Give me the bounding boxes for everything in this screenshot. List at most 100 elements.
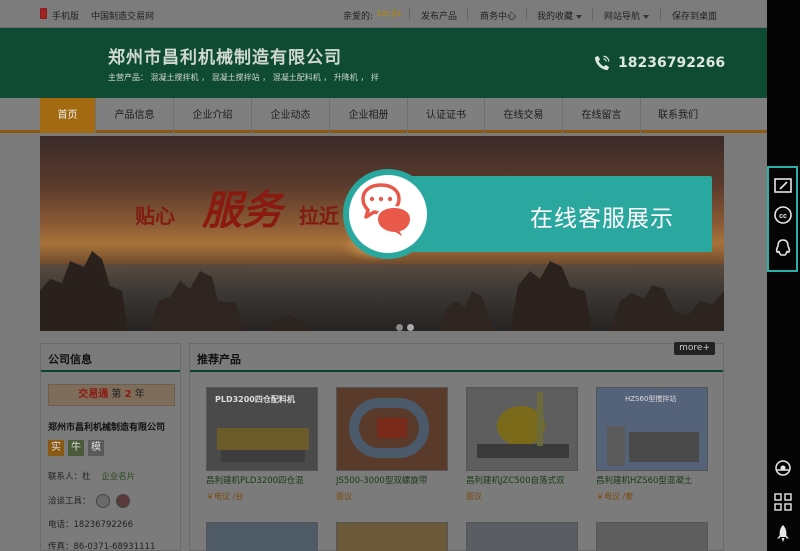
product-card[interactable]: 昌利建机JZC500自落式双 面议	[466, 387, 578, 502]
cc-icon[interactable]: cc	[773, 205, 793, 225]
nav-tab-message[interactable]: 在线留言	[563, 98, 641, 133]
svg-text:cc: cc	[779, 213, 787, 220]
nav-tab-trade[interactable]: 在线交易	[485, 98, 563, 133]
product-name[interactable]: 昌利建机HZS60型混凝土	[596, 474, 708, 486]
product-price: ￥电议 /台	[206, 492, 244, 501]
phone-icon	[594, 55, 610, 71]
favorites-label: 我的收藏	[537, 12, 574, 22]
nav-tab-news[interactable]: 企业动态	[252, 98, 330, 133]
nav-tab-products[interactable]: 产品信息	[96, 98, 174, 133]
recommended-products-panel: 推荐产品 more+ PLD3200四仓配料机 昌利建机PLD3200四仓混 ￥…	[189, 342, 724, 551]
floating-sidebar: cc	[767, 0, 800, 551]
divider	[409, 8, 410, 20]
qq-chat-icon[interactable]	[96, 494, 111, 508]
verified-badge: 实	[48, 440, 64, 456]
company-info-title: 公司信息	[41, 344, 180, 372]
website-page: 手机版 中国制造交易网 亲爱的: zzcjlx 发布产品 商务中心 我的收藏 网…	[0, 0, 767, 551]
main-products-text: 主营产品： 混凝土搅拌机 ， 混凝土搅拌站 ， 混凝土配料机 ， 升降机 ， 拌	[108, 73, 379, 82]
divider	[660, 8, 661, 20]
product-name[interactable]: JS500-3000型双螺旋带	[336, 474, 448, 486]
membership-prefix: 第	[111, 389, 122, 400]
membership-badge: 交易通 第 2 年	[48, 384, 175, 406]
contact-person: 联系人：杜	[48, 472, 91, 482]
fax-line: 传真：86-0371-68931111	[48, 542, 156, 551]
business-center-link[interactable]: 商务中心	[480, 9, 516, 22]
edit-icon[interactable]	[773, 176, 793, 196]
nav-tab-about[interactable]: 企业介绍	[174, 98, 252, 133]
mobile-phone-icon	[40, 8, 47, 19]
service-icon-inner	[349, 175, 427, 253]
company-name: 郑州市昌利机械制造有限公司	[108, 48, 342, 68]
rocket-icon[interactable]	[773, 524, 793, 544]
chat-tools-row: 洽谈工具：	[48, 494, 130, 508]
product-price: 面议	[466, 492, 482, 501]
machine-shape	[217, 428, 309, 450]
product-card[interactable]: HZS60型搅拌站 昌利建机HZS60型混凝土 ￥电议 /套	[596, 387, 708, 502]
mixer-chassis	[477, 444, 569, 458]
product-image[interactable]	[466, 387, 578, 471]
favorites-menu[interactable]: 我的收藏	[537, 9, 583, 22]
product-image[interactable]	[336, 522, 448, 551]
station-shape	[629, 432, 699, 462]
chat-bubbles-icon	[361, 183, 413, 242]
service-icon-circle[interactable]	[343, 169, 433, 259]
carousel-dots	[396, 316, 418, 331]
contact-row: 联系人：杜 企业名片	[48, 470, 135, 482]
divider	[592, 8, 593, 20]
publish-product-link[interactable]: 发布产品	[421, 9, 457, 22]
banner-slogan-left: 贴心	[135, 204, 175, 228]
user-link[interactable]: zzcjlx	[377, 9, 402, 19]
carousel-dot[interactable]	[396, 324, 403, 331]
mixer-mast	[537, 392, 543, 446]
nav-tab-home[interactable]: 首页	[40, 98, 96, 133]
company-info-panel: 公司信息 交易通 第 2 年 郑州市昌利机械制造有限公司 实 牛 模 联系人：杜…	[40, 343, 181, 551]
service-icon[interactable]	[773, 458, 793, 478]
product-image-label: PLD3200四仓配料机	[215, 395, 295, 404]
carousel-dot[interactable]	[407, 324, 414, 331]
trade-chat-icon[interactable]	[115, 494, 130, 508]
banner-slogan-mid: 服务	[202, 187, 282, 234]
company-header: 郑州市昌利机械制造有限公司 主营产品： 混凝土搅拌机 ， 混凝土搅拌站 ， 混凝…	[0, 28, 767, 98]
product-name[interactable]: 昌利建机JZC500自落式双	[466, 474, 578, 486]
phone-line: 电话：18236792266	[48, 520, 133, 530]
business-card-link[interactable]: 企业名片	[101, 472, 135, 482]
company-phone: 18236792266	[618, 55, 726, 71]
mixer-center	[377, 418, 407, 438]
chevron-down-icon	[643, 14, 650, 19]
qq-icon[interactable]	[773, 238, 793, 258]
membership-suffix: 年	[134, 389, 145, 400]
product-image[interactable]: HZS60型搅拌站	[596, 387, 708, 471]
apps-icon[interactable]	[773, 492, 793, 512]
online-service-popup[interactable]: 在线客服展示	[343, 169, 713, 262]
divider	[467, 8, 468, 20]
save-to-desktop-link[interactable]: 保存到桌面	[672, 9, 717, 22]
product-price: ￥电议 /套	[596, 492, 634, 501]
site-nav-menu[interactable]: 网站导航	[604, 9, 650, 22]
product-image[interactable]	[466, 522, 578, 551]
product-image[interactable]	[206, 522, 318, 551]
product-image[interactable]	[596, 522, 708, 551]
nav-tab-album[interactable]: 企业相册	[330, 98, 408, 133]
nav-tab-contact[interactable]: 联系我们	[641, 98, 715, 133]
product-card[interactable]: PLD3200四仓配料机 昌利建机PLD3200四仓混 ￥电议 /台	[206, 387, 318, 502]
online-service-text: 在线客服展示	[530, 206, 674, 232]
product-image[interactable]: PLD3200四仓配料机	[206, 387, 318, 471]
product-image-label: HZS60型搅拌站	[625, 395, 677, 403]
product-image[interactable]	[336, 387, 448, 471]
banner-slogan-right: 拉近	[299, 204, 339, 228]
silo-shape	[607, 426, 625, 466]
more-products-link[interactable]: more+	[674, 342, 715, 355]
mobile-version-link[interactable]: 手机版	[52, 9, 79, 22]
main-nav: 首页 产品信息 企业介绍 企业动态 企业相册 认证证书 在线交易 在线留言 联系…	[0, 98, 767, 133]
site-home-link[interactable]: 中国制造交易网	[91, 9, 154, 22]
company-name-small: 郑州市昌利机械制造有限公司	[48, 423, 166, 433]
nav-tab-certificates[interactable]: 认证证书	[408, 98, 485, 133]
recommended-products-title: 推荐产品	[190, 344, 723, 372]
product-price: 面议	[336, 492, 352, 501]
chat-tools-label: 洽谈工具：	[48, 496, 91, 507]
site-nav-label: 网站导航	[604, 12, 641, 22]
product-card[interactable]: JS500-3000型双螺旋带 面议	[336, 387, 448, 502]
product-name[interactable]: 昌利建机PLD3200四仓混	[206, 474, 318, 486]
membership-years: 2	[124, 389, 132, 400]
machine-base	[221, 450, 305, 462]
